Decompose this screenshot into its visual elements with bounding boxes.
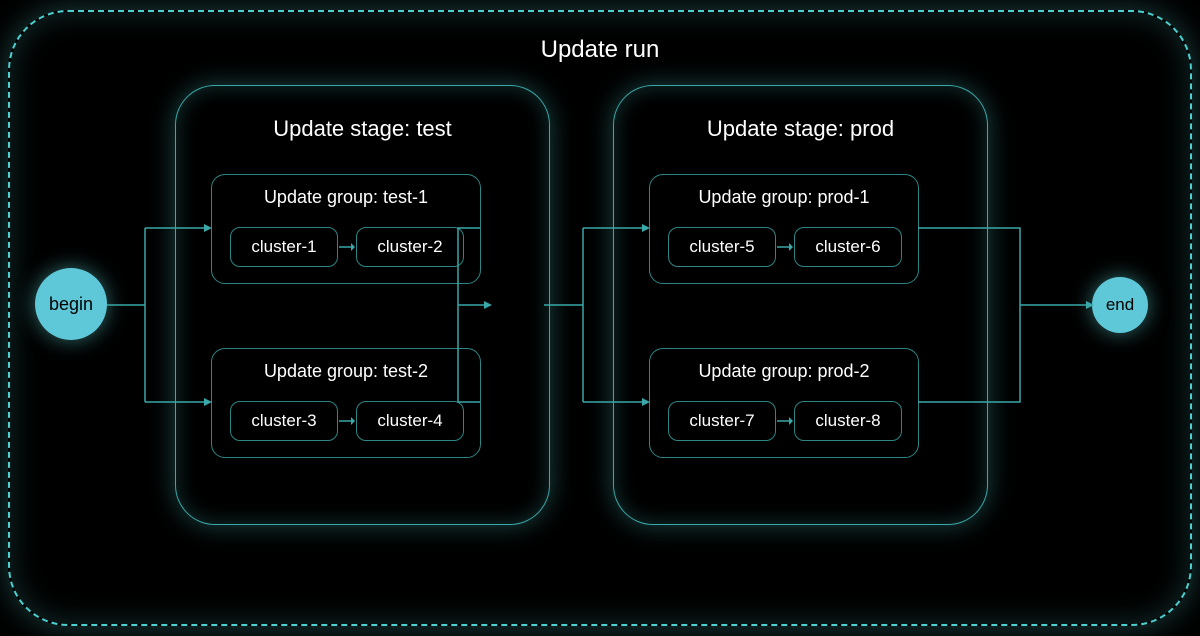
arrow-icon	[777, 243, 793, 251]
cluster-8: cluster-8	[794, 401, 902, 441]
arrow-icon	[339, 243, 355, 251]
cluster-4: cluster-4	[356, 401, 464, 441]
stage-prod-title: Update stage: prod	[614, 116, 987, 142]
cluster-1: cluster-1	[230, 227, 338, 267]
cluster-3: cluster-3	[230, 401, 338, 441]
group-prod-2-title: Update group: prod-2	[650, 361, 918, 382]
cluster-7: cluster-7	[668, 401, 776, 441]
begin-node: begin	[35, 268, 107, 340]
stage-test: Update stage: test Update group: test-1 …	[175, 85, 550, 525]
end-node: end	[1092, 277, 1148, 333]
cluster-5: cluster-5	[668, 227, 776, 267]
stage-test-title: Update stage: test	[176, 116, 549, 142]
stage-prod: Update stage: prod Update group: prod-1 …	[613, 85, 988, 525]
arrow-icon	[339, 417, 355, 425]
cluster-2: cluster-2	[356, 227, 464, 267]
cluster-6: cluster-6	[794, 227, 902, 267]
group-prod-2: Update group: prod-2 cluster-7 cluster-8	[649, 348, 919, 458]
group-test-2-title: Update group: test-2	[212, 361, 480, 382]
group-prod-1: Update group: prod-1 cluster-5 cluster-6	[649, 174, 919, 284]
group-test-2: Update group: test-2 cluster-3 cluster-4	[211, 348, 481, 458]
group-test-1: Update group: test-1 cluster-1 cluster-2	[211, 174, 481, 284]
group-test-1-title: Update group: test-1	[212, 187, 480, 208]
update-run-title: Update run	[0, 36, 1200, 64]
group-prod-1-title: Update group: prod-1	[650, 187, 918, 208]
arrow-icon	[777, 417, 793, 425]
